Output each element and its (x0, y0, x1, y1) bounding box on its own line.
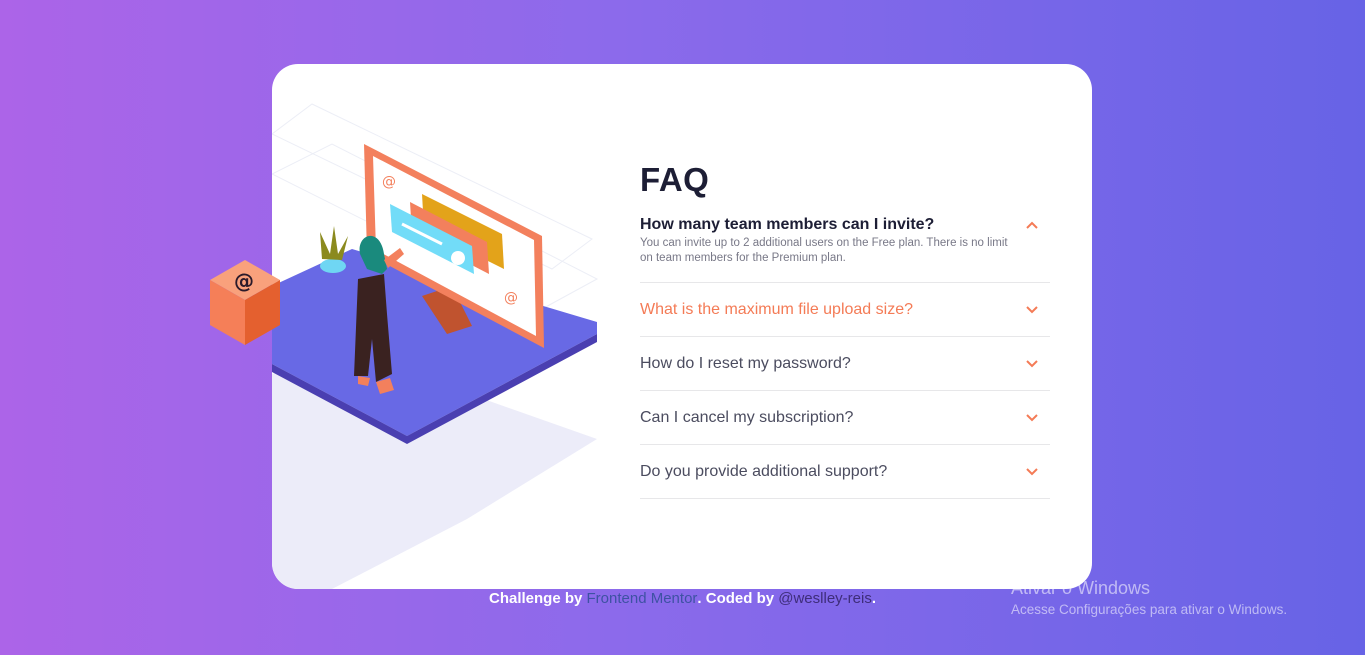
faq-question-row[interactable]: Can I cancel my subscription? (640, 391, 1050, 445)
svg-text:@: @ (234, 269, 254, 293)
faq-section: FAQ How many team members can I invite? … (640, 160, 1050, 499)
faq-title: FAQ (640, 161, 710, 198)
faq-question[interactable]: How do I reset my password? (640, 355, 851, 373)
faq-question[interactable]: Do you provide additional support? (640, 463, 887, 481)
faq-item-5[interactable]: Do you provide additional support? (640, 445, 1050, 499)
faq-question[interactable]: How many team members can I invite? (640, 216, 934, 234)
faq-answer: You can invite up to 2 additional users … (640, 237, 1008, 264)
box-illustration: @ (210, 260, 280, 345)
faq-card: @ @ @ FAQ How many team members can I in… (210, 64, 1092, 589)
faq-item-4[interactable]: Can I cancel my subscription? (640, 391, 1050, 445)
author-link[interactable]: @weslley-reis (778, 590, 872, 607)
faq-item-2[interactable]: What is the maximum file upload size? (640, 283, 1050, 337)
woman-online-illustration: @ @ (272, 103, 599, 589)
chevron-down-icon[interactable] (1026, 360, 1038, 368)
frontend-mentor-link[interactable]: Frontend Mentor (587, 590, 698, 607)
faq-item-3[interactable]: How do I reset my password? (640, 337, 1050, 391)
faq-question[interactable]: What is the maximum file upload size? (640, 301, 913, 319)
attribution-middle: . Coded by (697, 590, 779, 607)
faq-question-row[interactable]: What is the maximum file upload size? (640, 283, 1050, 337)
chevron-down-icon[interactable] (1026, 468, 1038, 476)
faq-question-row[interactable]: Do you provide additional support? (640, 445, 1050, 499)
svg-text:@: @ (382, 174, 396, 190)
watermark-subtitle: Acesse Configurações para ativar o Windo… (1011, 602, 1288, 617)
faq-question-row[interactable]: How many team members can I invite? (640, 216, 1050, 234)
faq-question[interactable]: Can I cancel my subscription? (640, 409, 853, 427)
chevron-down-icon[interactable] (1026, 414, 1038, 422)
chevron-down-icon[interactable] (1026, 306, 1038, 314)
faq-question-row[interactable]: How do I reset my password? (640, 337, 1050, 391)
watermark-title: Ativar o Windows (1011, 578, 1151, 598)
svg-text:@: @ (504, 290, 518, 306)
windows-activation-watermark: Ativar o Windows Acesse Configurações pa… (1011, 578, 1287, 617)
faq-item-1[interactable]: How many team members can I invite? You … (640, 214, 1050, 283)
chevron-up-icon[interactable] (1026, 221, 1038, 229)
attribution-prefix: Challenge by (488, 590, 587, 607)
attribution-suffix: . (871, 590, 876, 607)
